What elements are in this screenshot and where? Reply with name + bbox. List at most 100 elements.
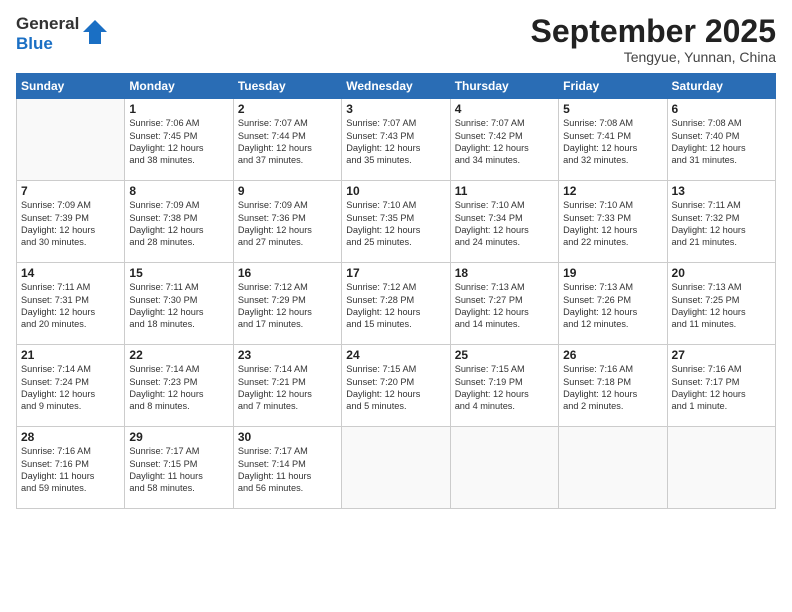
calendar-week-row: 7Sunrise: 7:09 AM Sunset: 7:39 PM Daylig… xyxy=(17,181,776,263)
weekday-header: Wednesday xyxy=(342,74,450,99)
day-info: Sunrise: 7:07 AM Sunset: 7:44 PM Dayligh… xyxy=(238,117,337,167)
calendar-week-row: 14Sunrise: 7:11 AM Sunset: 7:31 PM Dayli… xyxy=(17,263,776,345)
header: General Blue September 2025 Tengyue, Yun… xyxy=(16,14,776,65)
calendar-cell: 6Sunrise: 7:08 AM Sunset: 7:40 PM Daylig… xyxy=(667,99,775,181)
day-info: Sunrise: 7:14 AM Sunset: 7:21 PM Dayligh… xyxy=(238,363,337,413)
day-number: 5 xyxy=(563,102,662,116)
day-info: Sunrise: 7:16 AM Sunset: 7:18 PM Dayligh… xyxy=(563,363,662,413)
day-number: 11 xyxy=(455,184,554,198)
calendar-week-row: 1Sunrise: 7:06 AM Sunset: 7:45 PM Daylig… xyxy=(17,99,776,181)
location: Tengyue, Yunnan, China xyxy=(531,49,776,65)
day-number: 30 xyxy=(238,430,337,444)
day-info: Sunrise: 7:10 AM Sunset: 7:34 PM Dayligh… xyxy=(455,199,554,249)
day-number: 22 xyxy=(129,348,228,362)
day-info: Sunrise: 7:11 AM Sunset: 7:32 PM Dayligh… xyxy=(672,199,771,249)
day-number: 2 xyxy=(238,102,337,116)
day-number: 19 xyxy=(563,266,662,280)
calendar-cell xyxy=(17,99,125,181)
calendar-cell: 22Sunrise: 7:14 AM Sunset: 7:23 PM Dayli… xyxy=(125,345,233,427)
calendar-cell: 25Sunrise: 7:15 AM Sunset: 7:19 PM Dayli… xyxy=(450,345,558,427)
calendar-cell: 11Sunrise: 7:10 AM Sunset: 7:34 PM Dayli… xyxy=(450,181,558,263)
day-number: 8 xyxy=(129,184,228,198)
calendar-cell xyxy=(667,427,775,509)
day-number: 3 xyxy=(346,102,445,116)
day-number: 17 xyxy=(346,266,445,280)
calendar-cell: 20Sunrise: 7:13 AM Sunset: 7:25 PM Dayli… xyxy=(667,263,775,345)
calendar-cell: 13Sunrise: 7:11 AM Sunset: 7:32 PM Dayli… xyxy=(667,181,775,263)
day-info: Sunrise: 7:13 AM Sunset: 7:25 PM Dayligh… xyxy=(672,281,771,331)
logo-blue: Blue xyxy=(16,34,53,53)
day-info: Sunrise: 7:13 AM Sunset: 7:26 PM Dayligh… xyxy=(563,281,662,331)
calendar-cell: 10Sunrise: 7:10 AM Sunset: 7:35 PM Dayli… xyxy=(342,181,450,263)
day-info: Sunrise: 7:16 AM Sunset: 7:16 PM Dayligh… xyxy=(21,445,120,495)
calendar-cell: 15Sunrise: 7:11 AM Sunset: 7:30 PM Dayli… xyxy=(125,263,233,345)
calendar-cell: 5Sunrise: 7:08 AM Sunset: 7:41 PM Daylig… xyxy=(559,99,667,181)
calendar-week-row: 28Sunrise: 7:16 AM Sunset: 7:16 PM Dayli… xyxy=(17,427,776,509)
day-number: 27 xyxy=(672,348,771,362)
day-number: 23 xyxy=(238,348,337,362)
month-title: September 2025 xyxy=(531,14,776,49)
calendar-cell: 8Sunrise: 7:09 AM Sunset: 7:38 PM Daylig… xyxy=(125,181,233,263)
day-number: 20 xyxy=(672,266,771,280)
weekday-header: Tuesday xyxy=(233,74,341,99)
day-number: 13 xyxy=(672,184,771,198)
day-info: Sunrise: 7:12 AM Sunset: 7:29 PM Dayligh… xyxy=(238,281,337,331)
day-info: Sunrise: 7:11 AM Sunset: 7:30 PM Dayligh… xyxy=(129,281,228,331)
calendar-table: SundayMondayTuesdayWednesdayThursdayFrid… xyxy=(16,73,776,509)
day-number: 6 xyxy=(672,102,771,116)
calendar-cell: 24Sunrise: 7:15 AM Sunset: 7:20 PM Dayli… xyxy=(342,345,450,427)
day-info: Sunrise: 7:10 AM Sunset: 7:33 PM Dayligh… xyxy=(563,199,662,249)
day-info: Sunrise: 7:14 AM Sunset: 7:23 PM Dayligh… xyxy=(129,363,228,413)
calendar-cell xyxy=(342,427,450,509)
calendar-cell: 16Sunrise: 7:12 AM Sunset: 7:29 PM Dayli… xyxy=(233,263,341,345)
calendar-cell xyxy=(450,427,558,509)
day-info: Sunrise: 7:09 AM Sunset: 7:36 PM Dayligh… xyxy=(238,199,337,249)
calendar-cell: 1Sunrise: 7:06 AM Sunset: 7:45 PM Daylig… xyxy=(125,99,233,181)
day-info: Sunrise: 7:15 AM Sunset: 7:20 PM Dayligh… xyxy=(346,363,445,413)
day-number: 12 xyxy=(563,184,662,198)
day-info: Sunrise: 7:10 AM Sunset: 7:35 PM Dayligh… xyxy=(346,199,445,249)
day-info: Sunrise: 7:14 AM Sunset: 7:24 PM Dayligh… xyxy=(21,363,120,413)
day-number: 29 xyxy=(129,430,228,444)
calendar-cell: 26Sunrise: 7:16 AM Sunset: 7:18 PM Dayli… xyxy=(559,345,667,427)
calendar-cell: 12Sunrise: 7:10 AM Sunset: 7:33 PM Dayli… xyxy=(559,181,667,263)
weekday-header: Friday xyxy=(559,74,667,99)
calendar-week-row: 21Sunrise: 7:14 AM Sunset: 7:24 PM Dayli… xyxy=(17,345,776,427)
day-info: Sunrise: 7:13 AM Sunset: 7:27 PM Dayligh… xyxy=(455,281,554,331)
title-area: September 2025 Tengyue, Yunnan, China xyxy=(531,14,776,65)
day-info: Sunrise: 7:08 AM Sunset: 7:41 PM Dayligh… xyxy=(563,117,662,167)
weekday-header: Thursday xyxy=(450,74,558,99)
day-number: 25 xyxy=(455,348,554,362)
calendar-cell: 29Sunrise: 7:17 AM Sunset: 7:15 PM Dayli… xyxy=(125,427,233,509)
day-number: 10 xyxy=(346,184,445,198)
calendar-cell: 28Sunrise: 7:16 AM Sunset: 7:16 PM Dayli… xyxy=(17,427,125,509)
day-info: Sunrise: 7:07 AM Sunset: 7:43 PM Dayligh… xyxy=(346,117,445,167)
calendar-cell: 21Sunrise: 7:14 AM Sunset: 7:24 PM Dayli… xyxy=(17,345,125,427)
calendar-cell: 23Sunrise: 7:14 AM Sunset: 7:21 PM Dayli… xyxy=(233,345,341,427)
calendar-cell: 18Sunrise: 7:13 AM Sunset: 7:27 PM Dayli… xyxy=(450,263,558,345)
day-info: Sunrise: 7:12 AM Sunset: 7:28 PM Dayligh… xyxy=(346,281,445,331)
day-number: 9 xyxy=(238,184,337,198)
day-number: 18 xyxy=(455,266,554,280)
day-number: 4 xyxy=(455,102,554,116)
day-number: 14 xyxy=(21,266,120,280)
day-info: Sunrise: 7:09 AM Sunset: 7:38 PM Dayligh… xyxy=(129,199,228,249)
day-number: 21 xyxy=(21,348,120,362)
calendar-cell: 30Sunrise: 7:17 AM Sunset: 7:14 PM Dayli… xyxy=(233,427,341,509)
calendar-cell: 3Sunrise: 7:07 AM Sunset: 7:43 PM Daylig… xyxy=(342,99,450,181)
calendar-cell: 19Sunrise: 7:13 AM Sunset: 7:26 PM Dayli… xyxy=(559,263,667,345)
calendar-cell: 9Sunrise: 7:09 AM Sunset: 7:36 PM Daylig… xyxy=(233,181,341,263)
logo-general: General xyxy=(16,14,79,33)
calendar-cell: 4Sunrise: 7:07 AM Sunset: 7:42 PM Daylig… xyxy=(450,99,558,181)
day-info: Sunrise: 7:08 AM Sunset: 7:40 PM Dayligh… xyxy=(672,117,771,167)
weekday-header: Saturday xyxy=(667,74,775,99)
day-info: Sunrise: 7:07 AM Sunset: 7:42 PM Dayligh… xyxy=(455,117,554,167)
logo-icon xyxy=(81,18,109,46)
day-info: Sunrise: 7:17 AM Sunset: 7:15 PM Dayligh… xyxy=(129,445,228,495)
calendar-cell: 7Sunrise: 7:09 AM Sunset: 7:39 PM Daylig… xyxy=(17,181,125,263)
day-number: 1 xyxy=(129,102,228,116)
calendar-cell xyxy=(559,427,667,509)
day-info: Sunrise: 7:06 AM Sunset: 7:45 PM Dayligh… xyxy=(129,117,228,167)
day-info: Sunrise: 7:11 AM Sunset: 7:31 PM Dayligh… xyxy=(21,281,120,331)
day-number: 16 xyxy=(238,266,337,280)
